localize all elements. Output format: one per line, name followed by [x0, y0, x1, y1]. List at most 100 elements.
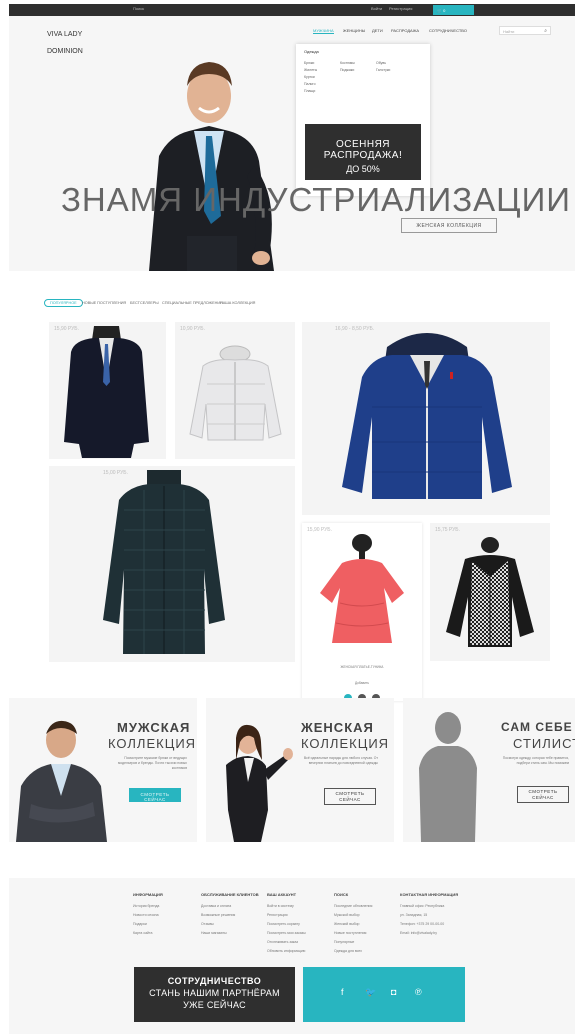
tab-special-offers[interactable]: СПЕЦИАЛЬНЫЕ ПРЕДЛОЖЕНИЯ	[162, 301, 223, 305]
hero-model-image	[149, 62, 274, 271]
footer-link[interactable]: Мужской выбор	[334, 913, 372, 917]
pinterest-icon[interactable]: ℗	[415, 987, 422, 997]
top-bar: Поиск Войти Регистрация 🛒 0	[9, 4, 575, 16]
login-link[interactable]: Войти	[371, 6, 382, 11]
footer-link[interactable]: Доставка и оплата	[201, 904, 259, 908]
product-card[interactable]: 15,75 РУБ.	[430, 523, 550, 661]
footer-column-contacts: КОНТАКТНАЯ ИНФОРМАЦИЯ Главный офис: Респ…	[400, 892, 459, 935]
footer-link[interactable]: Обновить информацию	[267, 949, 306, 953]
cart-button[interactable]: 🛒 0	[433, 5, 474, 15]
tab-new-arrivals[interactable]: НОВЫЕ ПОСТУПЛЕНИЯ	[82, 301, 126, 305]
product-image-blue-jacket	[342, 333, 512, 499]
product-card[interactable]: 15,90 РУБ. ЖЕНСКАЯ ПЛАТЬЕ-ТУНИКА Добавит…	[302, 523, 422, 701]
product-image-white-jacket	[189, 345, 282, 441]
footer-link[interactable]: Посмотреть корзину	[267, 922, 306, 926]
hero-headline: ЗНАМЯ ИНДУСТРИАЛИЗАЦИИ	[61, 181, 572, 218]
nav-sale[interactable]: РАСПРОДАЖА	[391, 28, 419, 33]
dropdown-item[interactable]: Плащи	[304, 89, 315, 93]
nav-dropdown-menu: Одежда Брюки Жилеты Куртки Пальто Плащи …	[296, 44, 430, 196]
footer-link[interactable]: Отзывы	[201, 922, 259, 926]
nav-men[interactable]: МУЖЧИНА	[313, 28, 334, 34]
stylist-title: САМ СЕБЕ	[501, 720, 573, 734]
footer-link[interactable]: Возможные решения	[201, 913, 259, 917]
cart-count: 0	[443, 8, 446, 13]
tab-popular[interactable]: ПОПУЛЯРНОЕ	[44, 299, 83, 307]
dropdown-item[interactable]: Пиджаки	[340, 68, 354, 72]
mens-collection-title: МУЖСКАЯ	[117, 720, 191, 735]
womens-collection-subtitle: КОЛЛЕКЦИЯ	[301, 736, 390, 751]
partnership-banner[interactable]: СОТРУДНИЧЕСТВО СТАНЬ НАШИМ ПАРТНЁРАМ УЖЕ…	[134, 967, 295, 1022]
mens-collection-banner[interactable]: МУЖСКАЯ КОЛЛЕКЦИЯ Посмотрите мужские брю…	[9, 698, 197, 842]
cart-icon: 🛒	[437, 8, 442, 13]
logo[interactable]: VIVA LADY DOMINION	[47, 26, 83, 60]
footer-link[interactable]: Новости сезона	[133, 913, 163, 917]
stylist-button[interactable]: СМОТРЕТЬ СЕЙЧАС	[517, 786, 569, 803]
footer-link[interactable]: История бренда	[133, 904, 163, 908]
silhouette-image	[419, 712, 477, 842]
dropdown-item[interactable]: Куртки	[304, 75, 315, 79]
stylist-description: Посмотри одежду, которая тебе нравится, …	[502, 756, 569, 765]
product-image-red-tunic	[320, 534, 404, 643]
dropdown-header: Одежда	[304, 49, 319, 54]
womens-collection-button[interactable]: ЖЕНСКАЯ КОЛЛЕКЦИЯ	[401, 218, 497, 233]
product-price: 15,75 РУБ.	[435, 527, 460, 533]
social-links: f 🐦 ◘ ℗	[303, 967, 465, 1022]
dropdown-item[interactable]: Галстуки	[376, 68, 390, 72]
mens-collection-model-image	[16, 720, 107, 842]
product-price: 10,90 РУБ.	[180, 326, 205, 332]
tab-our-collection[interactable]: НАША КОЛЛЕКЦИЯ	[220, 301, 255, 305]
footer-link[interactable]: Новые поступления	[334, 931, 372, 935]
product-name[interactable]: ЖЕНСКАЯ ПЛАТЬЕ-ТУНИКА	[302, 665, 422, 669]
footer-link[interactable]: Последние обновления	[334, 904, 372, 908]
footer-link[interactable]: Одежда для всех	[334, 949, 372, 953]
dropdown-item[interactable]: Брюки	[304, 61, 314, 65]
womens-collection-banner[interactable]: ЖЕНСКАЯ КОЛЛЕКЦИЯ Всё идеальные наряды д…	[206, 698, 394, 842]
footer-link[interactable]: Отслеживать заказ	[267, 940, 306, 944]
product-card[interactable]: 15,00 РУБ.	[49, 466, 295, 662]
womens-collection-model-image	[226, 724, 293, 842]
womens-collection-description: Всё идеальные наряды для любого случая. …	[303, 756, 378, 765]
register-link[interactable]: Регистрация	[389, 6, 412, 11]
stylist-subtitle: СТИЛИСТ	[513, 736, 575, 751]
dropdown-item[interactable]: Пальто	[304, 82, 316, 86]
search-icon[interactable]: ⌕	[544, 28, 547, 34]
footer-link[interactable]: Карта сайта	[133, 931, 163, 935]
footer-column-info: ИНФОРМАЦИЯ История бренда Новости сезона…	[133, 892, 163, 935]
search-input[interactable]: Найти ⌕	[499, 26, 551, 35]
hero-section: VIVA LADY DOMINION МУЖЧИНА ЖЕНЩИНЫ ДЕТИ …	[9, 16, 575, 271]
dropdown-item[interactable]: Костюмы	[340, 61, 355, 65]
stylist-banner[interactable]: САМ СЕБЕ СТИЛИСТ Посмотри одежду, котора…	[403, 698, 575, 842]
dropdown-item[interactable]: Обувь	[376, 61, 386, 65]
instagram-icon[interactable]: ◘	[391, 987, 396, 997]
sale-promo-banner[interactable]: ОСЕННЯЯ РАСПРОДАЖА! ДО 50%	[305, 124, 421, 180]
product-card[interactable]: 16,90 - 8,50 РУБ.	[302, 322, 550, 515]
nav-kids[interactable]: ДЕТИ	[372, 28, 383, 33]
footer-link[interactable]: Посмотреть мои заказы	[267, 931, 306, 935]
mens-collection-button[interactable]: СМОТРЕТЬ СЕЙЧАС	[129, 788, 181, 802]
product-image-black-coat	[64, 326, 149, 458]
topbar-search-label[interactable]: Поиск	[133, 6, 144, 11]
footer-column-search: ПОИСК Последние обновления Мужской выбор…	[334, 892, 373, 953]
footer-link[interactable]: Войти в систему	[267, 904, 306, 908]
nav-women[interactable]: ЖЕНЩИНЫ	[343, 28, 365, 33]
tab-bestsellers[interactable]: БЕСТСЕЛЛЕРЫ	[130, 301, 159, 305]
womens-collection-title: ЖЕНСКАЯ	[301, 720, 374, 735]
footer-link[interactable]: Подарки	[133, 922, 163, 926]
footer-link[interactable]: Регистрация	[267, 913, 306, 917]
product-image-quilted-coat	[103, 470, 225, 654]
footer-column-service: ОБСЛУЖИВАНИЕ КЛИЕНТОВ Доставка и оплата …	[201, 892, 259, 935]
dropdown-item[interactable]: Жилеты	[304, 68, 317, 72]
nav-partnership[interactable]: СОТРУДНИЧЕСТВО	[429, 28, 467, 33]
twitter-icon[interactable]: 🐦	[365, 987, 376, 998]
product-card[interactable]: 15,90 РУБ.	[49, 322, 166, 459]
footer: ИНФОРМАЦИЯ История бренда Новости сезона…	[9, 878, 575, 1034]
footer-link[interactable]: Наши магазины	[201, 931, 259, 935]
footer-column-account: ВАШ АККАУНТ Войти в систему Регистрация …	[267, 892, 306, 953]
mens-collection-subtitle: КОЛЛЕКЦИЯ	[108, 736, 197, 751]
facebook-icon[interactable]: f	[341, 987, 344, 997]
womens-collection-button[interactable]: СМОТРЕТЬ СЕЙЧАС	[324, 788, 376, 805]
product-card[interactable]: 10,90 РУБ.	[175, 322, 295, 459]
footer-link[interactable]: Популярные	[334, 940, 372, 944]
footer-link[interactable]: Женский выбор	[334, 922, 372, 926]
product-add-link[interactable]: Добавить	[302, 681, 422, 685]
